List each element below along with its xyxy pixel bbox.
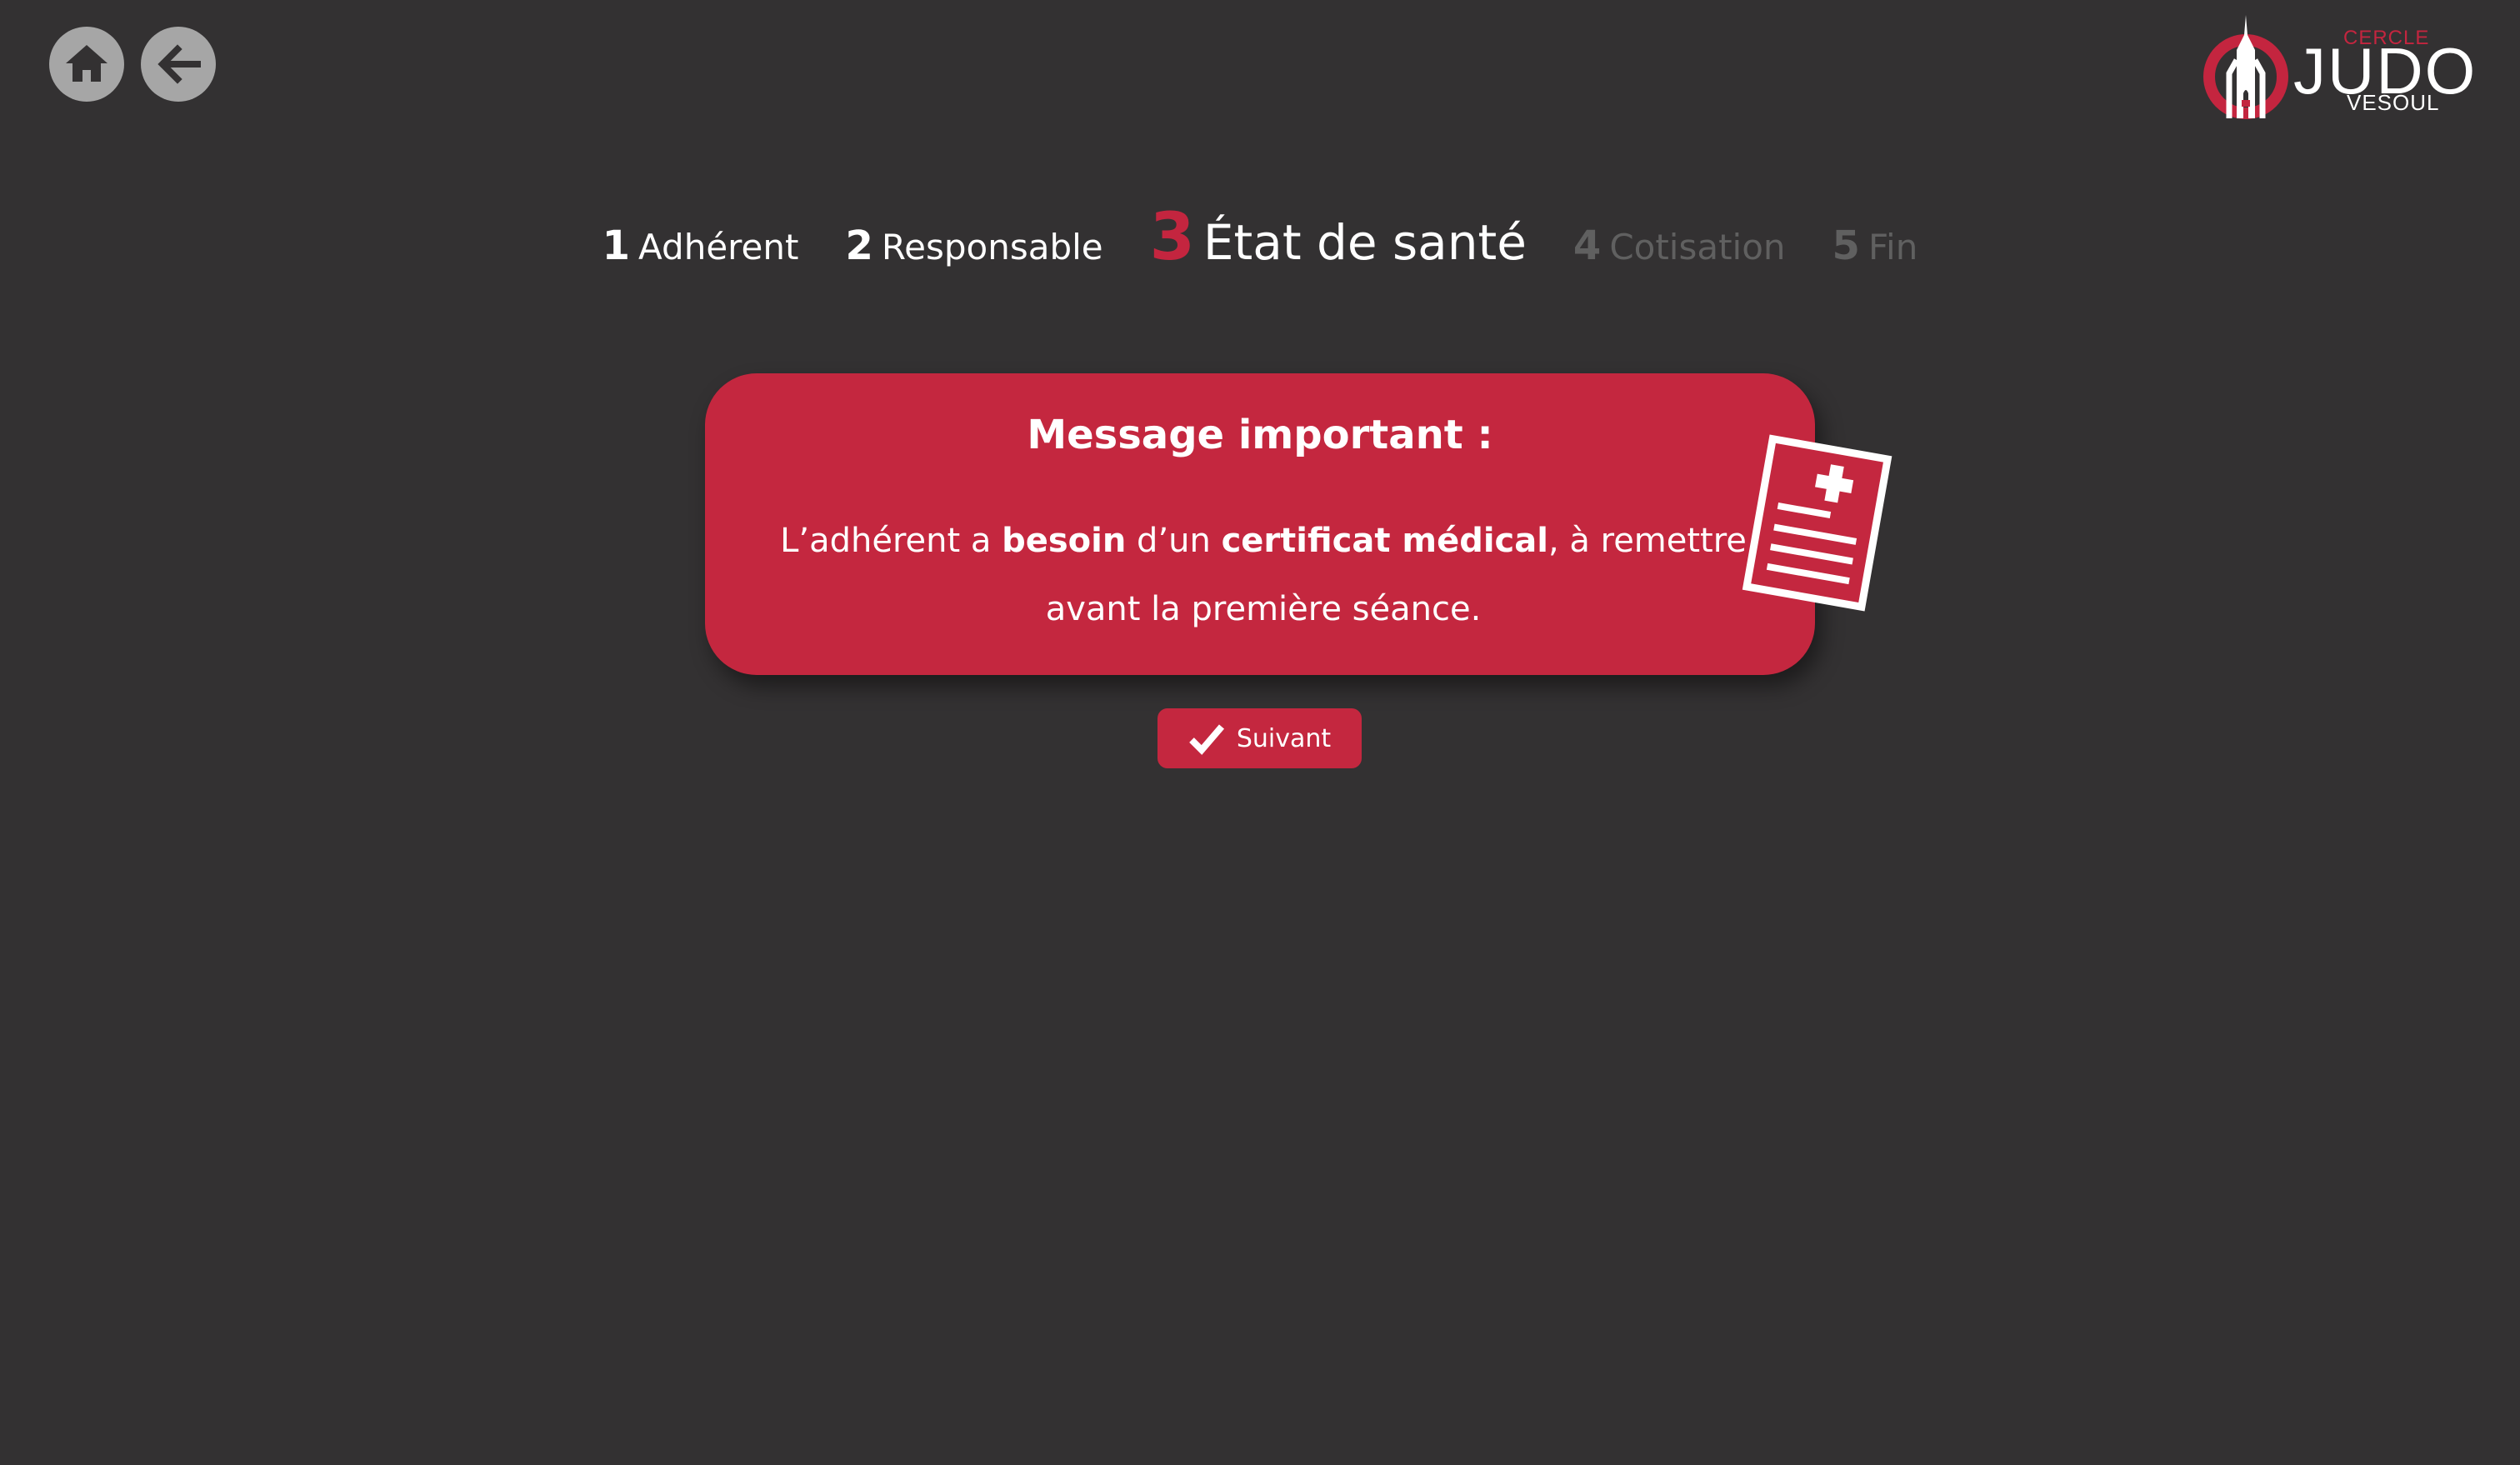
step-responsable: 2 Responsable <box>845 222 1102 269</box>
message-bold-certificat: certificat médical <box>1221 522 1548 560</box>
step-label: Adhérent <box>638 227 799 268</box>
step-label: Responsable <box>881 227 1103 268</box>
message-text-part: L’adhérent a <box>780 522 1002 560</box>
home-button[interactable] <box>49 27 124 102</box>
step-number: 4 <box>1572 222 1602 269</box>
step-etat-de-sante: 3 État de santé <box>1150 200 1527 275</box>
home-icon <box>66 45 108 82</box>
arrow-left-icon <box>158 44 201 84</box>
page: CERCLE JUDO VESOUL 1 Adhérent 2 Responsa… <box>0 0 2520 1465</box>
important-message-card: Message important : L’adhérent a besoin … <box>705 373 1815 675</box>
club-logo: CERCLE JUDO VESOUL <box>2200 10 2492 127</box>
message-bold-besoin: besoin <box>1002 522 1127 560</box>
step-label: Cotisation <box>1609 227 1786 268</box>
step-adherent: 1 Adhérent <box>602 222 799 269</box>
progress-stepper: 1 Adhérent 2 Responsable 3 État de santé… <box>0 200 2520 300</box>
message-text-part: d’un <box>1126 522 1222 560</box>
next-button[interactable]: Suivant <box>1158 708 1362 768</box>
check-icon <box>1189 724 1224 755</box>
message-text: L’adhérent a besoin d’un certificat médi… <box>772 507 1755 643</box>
back-button[interactable] <box>141 27 216 102</box>
step-cotisation: 4 Cotisation <box>1573 222 1786 269</box>
message-title: Message important : <box>1027 412 1493 458</box>
next-button-label: Suivant <box>1236 723 1332 753</box>
step-fin: 5 Fin <box>1832 222 1918 269</box>
step-number: 2 <box>845 222 873 269</box>
medical-certificate-icon <box>1742 434 1892 612</box>
logo-emblem-icon <box>2203 15 2288 119</box>
step-label: Fin <box>1868 227 1918 268</box>
step-number: 3 <box>1149 200 1195 275</box>
step-number: 1 <box>602 222 631 269</box>
logo-vesoul-text: VESOUL <box>2347 90 2440 115</box>
step-number: 5 <box>1832 222 1860 269</box>
step-label: État de santé <box>1202 214 1527 271</box>
